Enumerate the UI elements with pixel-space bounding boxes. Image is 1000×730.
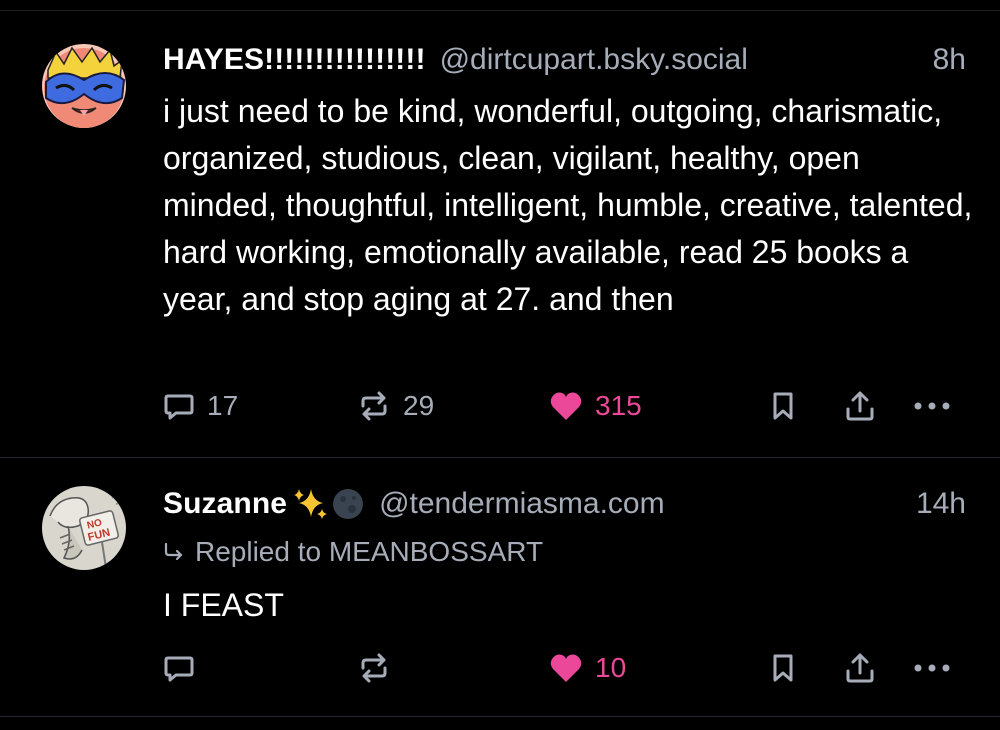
reply-button[interactable] [163,648,207,688]
repost-button[interactable] [357,648,403,688]
reply-to-label: Replied to MEANBOSSART [195,536,544,567]
more-options-button[interactable] [913,648,953,688]
ellipsis-icon [914,664,950,672]
handle[interactable]: @dirtcupart.bsky.social [440,43,748,77]
ellipsis-icon [914,402,950,410]
repost-count: 29 [403,390,435,421]
share-upload-icon [846,391,874,421]
repost-button[interactable]: 29 [357,386,434,426]
more-options-button[interactable] [913,386,953,426]
reply-button[interactable]: 17 [163,386,238,426]
handle[interactable]: @tendermiasma.com [379,487,665,521]
reply-bubble-icon [164,394,194,420]
like-button[interactable]: 315 [549,386,642,426]
heart-filled-icon [550,654,582,682]
display-name[interactable]: Suzanne [163,487,287,521]
heart-filled-icon [550,392,582,420]
like-count: 10 [595,652,627,683]
name-emojis [293,487,365,521]
no-fun-sign-sketch-avatar-icon: NO FUN [42,486,126,570]
timestamp[interactable]: 8h [933,43,966,77]
avatar[interactable]: NO FUN [42,486,126,570]
action-bar: 10 [163,648,963,688]
post-text: I FEAST [163,587,284,623]
post-divider [0,716,1000,717]
reply-count: 17 [207,390,239,421]
share-button[interactable] [843,648,877,688]
post-2[interactable]: NO FUN Suzanne @tendermiasma.com 14h Rep… [0,458,1000,720]
post-header: Suzanne @tendermiasma.com 14h [163,484,966,524]
post-text: i just need to be kind, wonderful, outgo… [163,93,973,317]
share-button[interactable] [843,386,877,426]
repost-icon [361,653,387,683]
cartoon-face-with-blue-mask-avatar-icon [42,44,126,128]
timestamp[interactable]: 14h [916,487,966,521]
action-bar: 17 29 315 [163,386,963,426]
sparkles-emoji-icon [294,489,328,519]
bookmark-icon [773,392,793,420]
reply-context[interactable]: Replied to MEANBOSSART [163,536,543,568]
repost-icon [361,391,387,421]
reply-arrow-icon [164,542,183,561]
like-button[interactable]: 10 [549,648,626,688]
like-count: 315 [595,390,642,421]
dark-moon-emoji-icon [333,489,364,519]
bookmark-button[interactable] [769,648,797,688]
avatar[interactable] [42,44,126,128]
display-name[interactable]: HAYES!!!!!!!!!!!!!!!! [163,43,426,77]
post-1[interactable]: HAYES!!!!!!!!!!!!!!!! @dirtcupart.bsky.s… [0,0,1000,457]
reply-bubble-icon [164,656,194,682]
post-header: HAYES!!!!!!!!!!!!!!!! @dirtcupart.bsky.s… [163,40,966,80]
share-upload-icon [846,653,874,683]
bookmark-icon [773,654,793,682]
bookmark-button[interactable] [769,386,797,426]
